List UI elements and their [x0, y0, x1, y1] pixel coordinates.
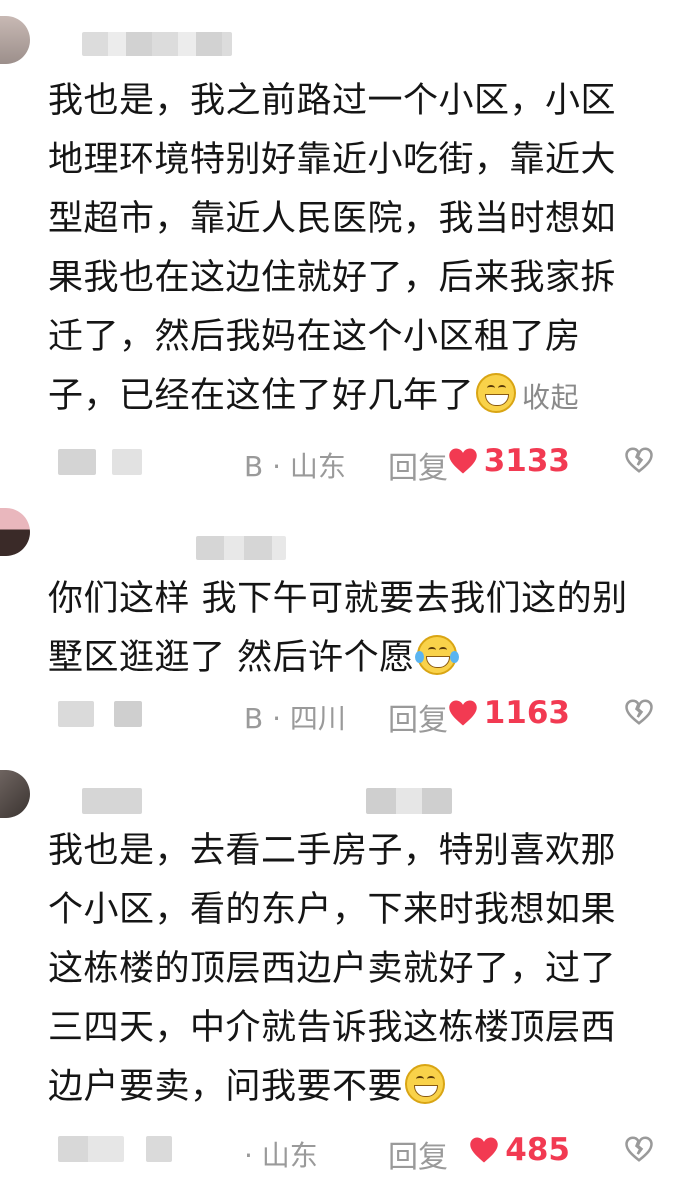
tears-of-joy-emoji-icon [414, 635, 459, 675]
time-blurred [112, 449, 142, 475]
grinning-emoji-icon [476, 373, 517, 413]
broken-heart-icon[interactable] [624, 445, 654, 475]
comment-line: 地理环境特别好靠近小吃街，靠近大 [48, 140, 617, 180]
comment-text: 你们这样 我下午可就要去我们这的别 墅区逛逛了 然后许个愿 [48, 570, 648, 688]
like-button[interactable]: 485 [469, 1132, 570, 1168]
like-count: 485 [505, 1132, 570, 1168]
heart-icon [448, 700, 477, 726]
comment-line: 果我也在这边住就好了，后来我家拆 [48, 258, 617, 298]
time-blurred [58, 701, 94, 727]
username-blurred[interactable] [366, 788, 452, 814]
comment-line: 我也是，去看二手房子，特别喜欢那 [48, 831, 617, 871]
location-label: B · 四川 [244, 702, 346, 735]
avatar[interactable] [0, 508, 30, 556]
like-count: 3133 [483, 443, 570, 479]
comment-line: 个小区，看的东户，下来时我想如果 [48, 890, 617, 930]
time-blurred [146, 1136, 172, 1162]
comment-meta: B · 四川 回复 1163 [48, 693, 688, 739]
comment-line: 我也是，我之前路过一个小区，小区 [48, 81, 617, 121]
username-blurred[interactable] [82, 788, 142, 814]
time-blurred [114, 701, 142, 727]
time-blurred [58, 1136, 124, 1162]
comment-line: 迁了，然后我妈在这个小区租了房 [48, 317, 581, 357]
like-button[interactable]: 1163 [448, 695, 570, 731]
comment-card: 你们这样 我下午可就要去我们这的别 墅区逛逛了 然后许个愿 B · 四川 回复 … [0, 500, 690, 750]
username-blurred[interactable] [82, 32, 232, 56]
like-count: 1163 [483, 695, 570, 731]
avatar[interactable] [0, 16, 30, 64]
time-blurred [58, 449, 96, 475]
comment-text: 我也是，我之前路过一个小区，小区 地理环境特别好靠近小吃街，靠近大 型超市，靠近… [48, 72, 648, 427]
comment-card: 我也是，我之前路过一个小区，小区 地理环境特别好靠近小吃街，靠近大 型超市，靠近… [0, 0, 690, 500]
heart-icon [470, 1137, 499, 1163]
comment-card: 我也是，去看二手房子，特别喜欢那 个小区，看的东户，下来时我想如果 这栋楼的顶层… [0, 750, 690, 1180]
comment-meta: · 山东 回复 485 [48, 1130, 688, 1176]
location-label: B · 山东 [244, 450, 346, 483]
heart-icon [448, 448, 477, 474]
comment-line: 子，已经在这住了好几年了 [48, 376, 475, 416]
comment-line: 型超市，靠近人民医院，我当时想如 [48, 199, 617, 239]
collapse-link[interactable]: 收起 [522, 381, 579, 414]
broken-heart-icon[interactable] [624, 697, 654, 727]
comment-meta: B · 山东 回复 3133 [48, 441, 688, 487]
comment-line: 三四天，中介就告诉我这栋楼顶层西 [48, 1008, 617, 1048]
comment-line: 你们这样 我下午可就要去我们这的别 [48, 579, 628, 619]
reply-button[interactable]: 回复 [388, 695, 448, 739]
location-label: · 山东 [244, 1139, 318, 1172]
comment-line: 边户要卖，问我要不要 [48, 1067, 404, 1107]
like-button[interactable]: 3133 [448, 443, 570, 479]
reply-button[interactable]: 回复 [388, 1132, 448, 1176]
username-blurred[interactable] [196, 536, 286, 560]
reply-button[interactable]: 回复 [388, 443, 448, 487]
avatar[interactable] [0, 770, 30, 818]
broken-heart-icon[interactable] [624, 1134, 654, 1164]
comment-text: 我也是，去看二手房子，特别喜欢那 个小区，看的东户，下来时我想如果 这栋楼的顶层… [48, 822, 648, 1117]
grinning-emoji-icon [405, 1064, 446, 1104]
comment-line: 墅区逛逛了 然后许个愿 [48, 638, 415, 678]
comment-line: 这栋楼的顶层西边户卖就好了，过了 [48, 949, 617, 989]
